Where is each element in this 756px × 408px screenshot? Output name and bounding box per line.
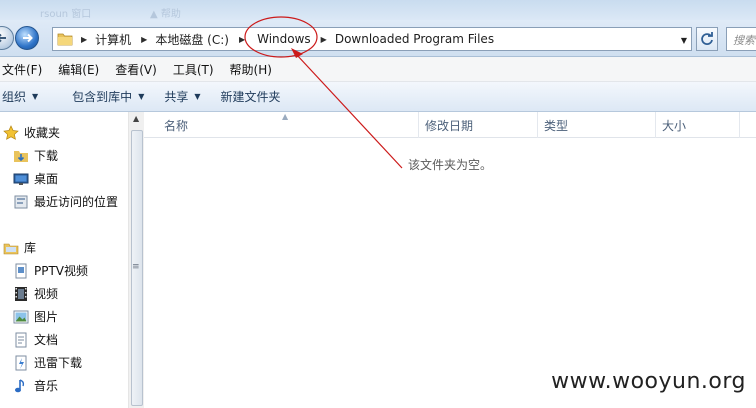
column-date-modified[interactable]: 修改日期: [419, 112, 538, 138]
video-icon: [13, 286, 29, 302]
nav-item-videos-label: 视频: [34, 287, 59, 301]
forward-button[interactable]: [15, 26, 39, 50]
download-folder-icon: [13, 148, 29, 164]
nav-item-documents-label: 文档: [34, 333, 59, 347]
search-input[interactable]: 搜索 Downloaded Program Files: [726, 27, 756, 51]
include-in-library-button[interactable]: 包含到库中 ▼: [62, 88, 154, 105]
column-name[interactable]: 名称: [158, 112, 419, 138]
documents-icon: [13, 332, 29, 348]
library-icon: [3, 240, 19, 256]
chevron-down-icon: ▼: [194, 92, 201, 101]
nav-item-recent-places-label: 最近访问的位置: [34, 195, 119, 209]
watermark: www.wooyun.org: [551, 369, 746, 394]
breadcrumb-windows[interactable]: Windows ▶: [253, 28, 335, 50]
new-folder-button[interactable]: 新建文件夹: [211, 88, 291, 105]
nav-item-thunder-downloads-label: 迅雷下载: [34, 356, 83, 370]
folder-icon: [57, 33, 73, 46]
nav-scrollbar[interactable]: ▲ ≡: [128, 112, 144, 408]
title-ghost-right: ▲ 帮助: [150, 9, 181, 20]
nav-item-documents[interactable]: 文档: [13, 331, 58, 348]
thunder-download-icon: [13, 355, 29, 371]
column-name-label: 名称: [164, 118, 189, 133]
chevron-right-icon[interactable]: ▶: [239, 35, 245, 44]
menu-file[interactable]: 文件(F): [0, 61, 50, 78]
scrollbar-grip-icon: ≡: [132, 262, 140, 272]
refresh-icon: [701, 32, 713, 45]
nav-item-pictures[interactable]: 图片: [13, 308, 58, 325]
organize-label: 组织: [2, 90, 27, 104]
breadcrumb-local-disk-label: 本地磁盘 (C:): [155, 32, 229, 47]
menu-view[interactable]: 查看(V): [107, 61, 165, 78]
column-header: ▲ 名称 修改日期 类型 大小: [144, 112, 756, 138]
breadcrumb-windows-label: Windows: [257, 32, 311, 46]
address-bar: ▶ 计算机 ▶ 本地磁盘 (C:) ▶ Windows ▶ Downloaded…: [0, 20, 756, 57]
nav-item-music-label: 音乐: [34, 379, 59, 393]
nav-item-pptv-video[interactable]: PPTV视频: [13, 262, 88, 279]
address-dropdown-icon[interactable]: ▼: [681, 36, 687, 45]
pptv-video-icon: [13, 263, 29, 279]
menu-edit[interactable]: 编辑(E): [50, 61, 107, 78]
star-icon: [3, 124, 19, 141]
nav-library[interactable]: 库: [3, 239, 36, 256]
organize-button[interactable]: 组织 ▼: [0, 88, 48, 105]
music-icon: [13, 378, 29, 394]
file-list[interactable]: ▲ 名称 修改日期 类型 大小 该文件夹为空。: [144, 112, 756, 408]
nav-item-desktop[interactable]: 桌面: [13, 170, 58, 187]
navigation-pane: 收藏夹 下载 桌面 最近访问的位置 库 PPTV视频 视频 图片 文档 迅雷下载…: [0, 112, 144, 408]
nav-item-downloads[interactable]: 下载: [13, 147, 58, 164]
empty-folder-message: 该文件夹为空。: [407, 158, 492, 172]
command-bar: 组织 ▼ 包含到库中 ▼ 共享 ▼ 新建文件夹: [0, 82, 756, 112]
share-button[interactable]: 共享 ▼: [154, 88, 210, 105]
column-type[interactable]: 类型: [538, 112, 656, 138]
nav-item-pictures-label: 图片: [34, 310, 59, 324]
window-title-strip: rsoun 窗口 ▲ 帮助: [0, 0, 756, 20]
new-folder-label: 新建文件夹: [220, 90, 281, 104]
column-size-label: 大小: [662, 118, 687, 133]
column-size[interactable]: 大小: [656, 112, 740, 138]
nav-item-recent-places[interactable]: 最近访问的位置: [13, 193, 118, 210]
nav-item-downloads-label: 下载: [34, 149, 59, 163]
menu-bar: 文件(F) 编辑(E) 查看(V) 工具(T) 帮助(H): [0, 57, 756, 82]
back-arrow-icon: [0, 33, 6, 43]
nav-item-desktop-label: 桌面: [34, 172, 59, 186]
desktop-icon: [13, 171, 29, 187]
breadcrumb-computer-label: 计算机: [95, 32, 132, 47]
scroll-up-icon[interactable]: ▲: [133, 114, 139, 123]
title-ghost-left: rsoun 窗口: [40, 9, 92, 20]
nav-item-pptv-video-label: PPTV视频: [34, 264, 89, 278]
include-in-library-label: 包含到库中: [72, 90, 133, 104]
breadcrumb-downloaded-program-files[interactable]: Downloaded Program Files: [335, 28, 494, 50]
forward-arrow-icon: [23, 33, 33, 43]
address-field[interactable]: ▶ 计算机 ▶ 本地磁盘 (C:) ▶ Windows ▶ Downloaded…: [52, 27, 692, 51]
menu-help[interactable]: 帮助(H): [222, 61, 280, 78]
nav-library-label: 库: [24, 241, 37, 255]
nav-favorites-label: 收藏夹: [24, 126, 61, 140]
back-button[interactable]: [0, 26, 14, 50]
recent-places-icon: [13, 194, 29, 210]
chevron-down-icon: ▼: [32, 92, 39, 101]
chevron-down-icon: ▼: [138, 92, 145, 101]
breadcrumb-local-disk[interactable]: 本地磁盘 (C:) ▶: [155, 28, 253, 50]
chevron-right-icon[interactable]: ▶: [141, 35, 147, 44]
menu-tools[interactable]: 工具(T): [165, 61, 222, 78]
nav-favorites[interactable]: 收藏夹: [3, 124, 60, 141]
crumb-sep-root[interactable]: ▶: [79, 28, 95, 50]
refresh-button[interactable]: [696, 27, 718, 51]
breadcrumb-computer[interactable]: 计算机 ▶: [95, 28, 155, 50]
nav-item-thunder-downloads[interactable]: 迅雷下载: [13, 354, 82, 371]
column-date-modified-label: 修改日期: [425, 118, 474, 133]
pictures-icon: [13, 309, 29, 325]
column-type-label: 类型: [544, 118, 569, 133]
share-label: 共享: [164, 90, 189, 104]
breadcrumb-downloaded-program-files-label: Downloaded Program Files: [334, 32, 495, 46]
nav-item-music[interactable]: 音乐: [13, 377, 58, 394]
chevron-right-icon[interactable]: ▶: [321, 35, 327, 44]
nav-item-videos[interactable]: 视频: [13, 285, 58, 302]
